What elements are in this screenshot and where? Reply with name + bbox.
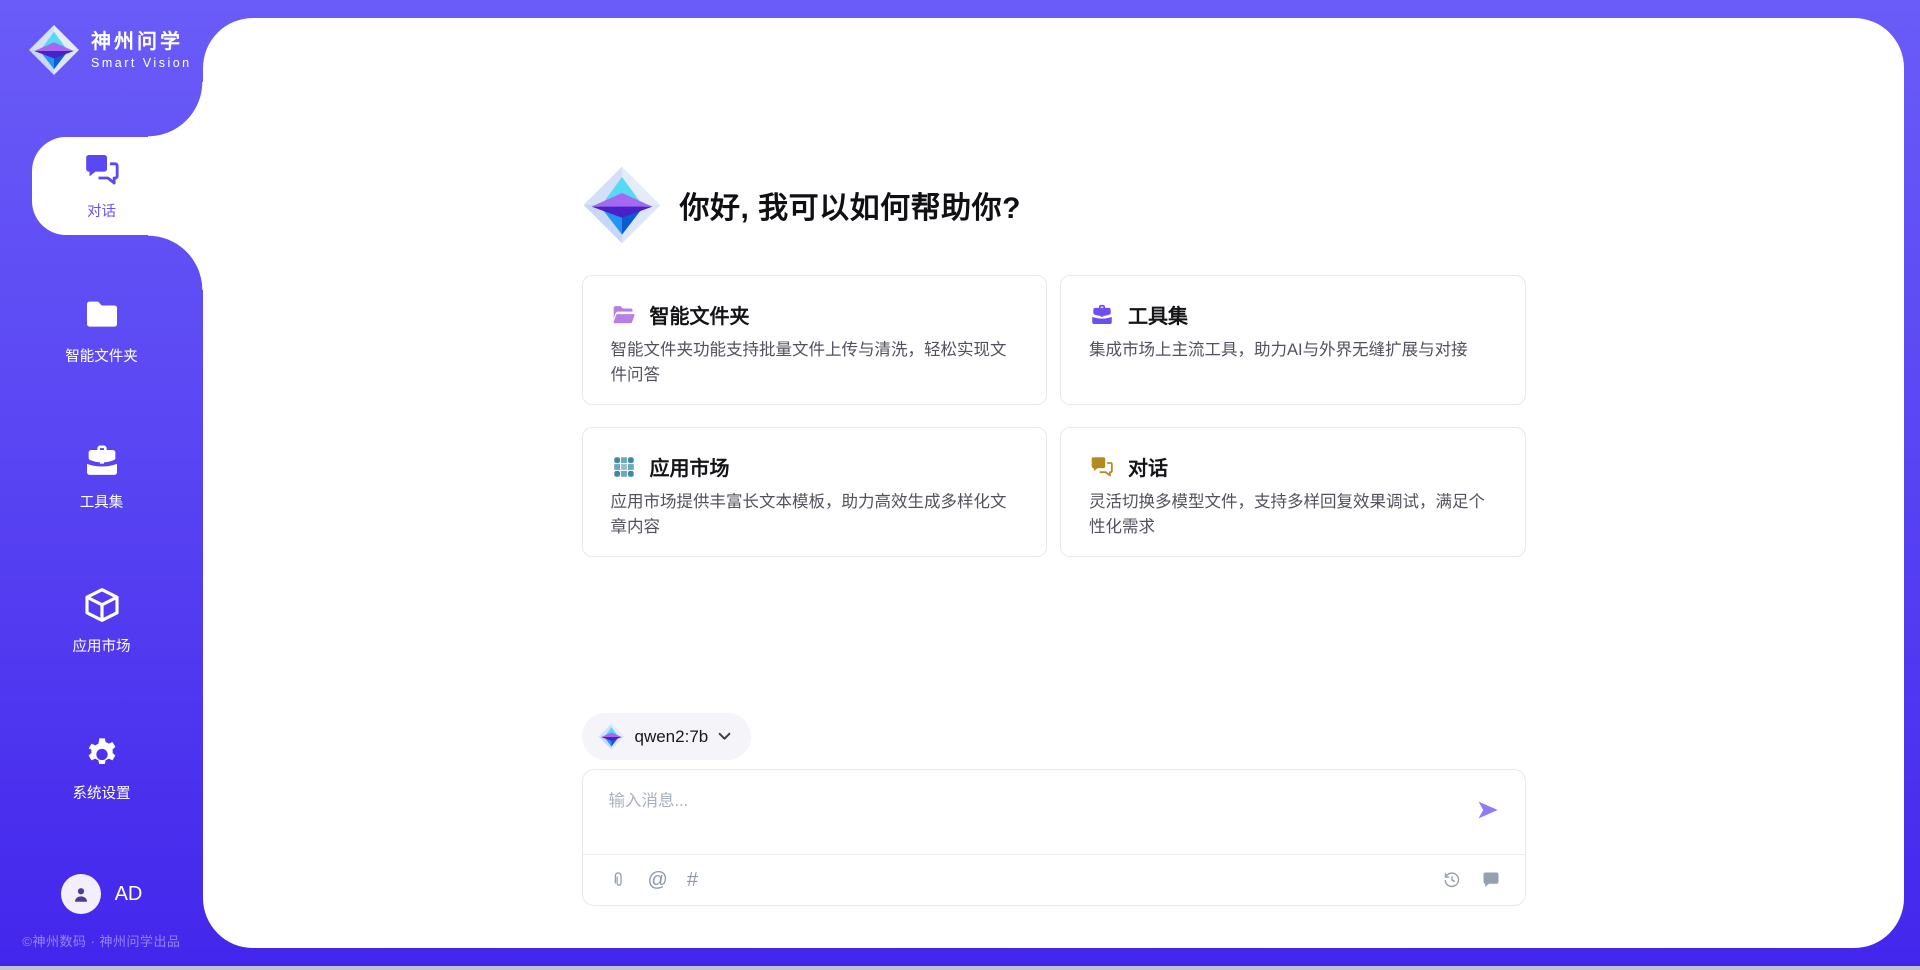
card-description: 灵活切换多模型文件，支持多样回复效果调试，满足个性化需求 [1089,490,1497,540]
sidebar-item-label: 工具集 [0,491,203,512]
person-icon [70,883,92,905]
history-button[interactable] [1442,870,1462,890]
card-title: 智能文件夹 [650,300,750,329]
model-diamond-icon [598,723,625,750]
sidebar-item-briefcase[interactable]: 工具集 [0,441,203,512]
send-icon [1475,797,1501,823]
sidebar-item-gear[interactable]: 系统设置 [0,732,203,803]
main-panel: 你好, 我可以如何帮助你? 智能文件夹智能文件夹功能支持批量文件上传与清洗，轻松… [203,18,1904,948]
sidebar-item-label: 系统设置 [0,782,203,803]
card-description: 应用市场提供丰富长文本模板，助力高效生成多样化文章内容 [611,490,1019,540]
mention-button[interactable]: @ [648,870,668,890]
user-initials: AD [115,883,143,906]
message-composer: @ # [582,769,1526,906]
card-description: 智能文件夹功能支持批量文件上传与清洗，轻松实现文件问答 [611,338,1019,388]
topic-button[interactable]: # [687,870,698,890]
card-title: 工具集 [1128,300,1188,329]
history-icon [1442,870,1462,890]
brand-name-en: Smart Vision [91,56,192,70]
user-profile[interactable]: AD [0,874,203,914]
copyright-text: ©神州数码 · 神州问学出品 [0,931,203,950]
active-tab-fillet-top [148,82,203,137]
avatar [61,874,101,914]
greeting-text: 你好, 我可以如何帮助你? [680,183,1022,227]
card-description: 集成市场上主流工具，助力AI与外界无缝扩展与对接 [1089,338,1497,363]
feature-card-folder-open[interactable]: 智能文件夹智能文件夹功能支持批量文件上传与清洗，轻松实现文件问答 [582,275,1048,405]
paperclip-icon [609,870,629,890]
card-title: 应用市场 [650,452,730,481]
feature-card-chat[interactable]: 对话灵活切换多模型文件，支持多样回复效果调试，满足个性化需求 [1060,427,1526,557]
sidebar-item-label: 智能文件夹 [0,345,203,366]
feature-card-grid[interactable]: 应用市场应用市场提供丰富长文本模板，助力高效生成多样化文章内容 [582,427,1048,557]
sidebar-item-label: 对话 [0,200,203,221]
active-tab-fillet-bottom [148,235,203,290]
sidebar-item-label: 应用市场 [0,635,203,656]
feature-card-briefcase[interactable]: 工具集集成市场上主流工具，助力AI与外界无缝扩展与对接 [1060,275,1526,405]
sidebar-item-folder[interactable]: 智能文件夹 [0,295,203,366]
grid-icon [611,454,637,480]
sidebar-item-cube[interactable]: 应用市场 [0,585,203,656]
window-bottom-edge [0,966,1920,970]
attach-button[interactable] [609,870,629,890]
send-button[interactable] [1475,797,1501,823]
cube-icon [82,585,122,625]
assistant-diamond-icon [582,165,662,245]
folder-open-icon [611,302,637,328]
gear-icon [82,732,122,772]
chat-icon [1089,454,1115,480]
brand-name-cn: 神州问学 [91,31,192,53]
chevron-down-icon [718,732,731,741]
chat-icon [82,150,122,190]
model-selector[interactable]: qwen2:7b [582,713,752,760]
chat-bubble-icon [1481,870,1501,890]
feedback-button[interactable] [1481,870,1501,890]
briefcase-icon [1089,302,1115,328]
message-input[interactable] [609,786,1475,816]
model-name: qwen2:7b [635,727,709,747]
greeting-block: 你好, 我可以如何帮助你? [582,165,1526,245]
sidebar: 神州问学 Smart Vision 对话智能文件夹工具集应用市场系统设置 AD … [0,0,203,966]
brand-diamond-icon [28,24,80,76]
sidebar-item-chat[interactable]: 对话 [0,150,203,221]
folder-icon [82,295,122,335]
brand-logo: 神州问学 Smart Vision [28,24,192,76]
briefcase-icon [82,441,122,481]
card-title: 对话 [1128,452,1168,481]
